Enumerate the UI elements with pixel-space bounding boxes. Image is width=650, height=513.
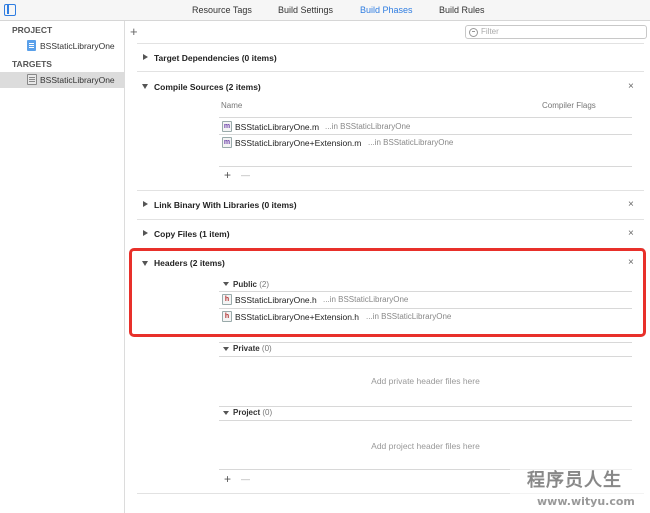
group-label: Private xyxy=(233,344,260,353)
tab-build-phases[interactable]: Build Phases xyxy=(360,5,413,15)
remove-header-button[interactable]: — xyxy=(241,473,250,485)
disclosure-expanded-icon[interactable] xyxy=(223,347,229,351)
disclosure-expanded-icon[interactable] xyxy=(223,411,229,415)
phase-target-dependencies[interactable]: Target Dependencies (0 items) xyxy=(154,53,277,63)
objc-source-file-icon: m xyxy=(222,137,232,148)
disclosure-collapsed-icon[interactable] xyxy=(143,230,148,236)
sidebar-item-label: BSStaticLibraryOne xyxy=(40,41,115,51)
filter-icon xyxy=(469,28,478,37)
navigator-toggle-icon[interactable] xyxy=(4,4,16,16)
tab-resource-tags[interactable]: Resource Tags xyxy=(192,5,252,15)
divider xyxy=(219,406,632,407)
divider xyxy=(219,134,632,135)
sidebar-item-target[interactable]: BSStaticLibraryOne xyxy=(0,72,125,88)
tab-build-settings[interactable]: Build Settings xyxy=(278,5,333,15)
column-header-compiler-flags[interactable]: Compiler Flags xyxy=(542,101,596,110)
targets-section-header: TARGETS xyxy=(12,59,52,69)
add-header-button[interactable]: + xyxy=(224,473,231,485)
divider xyxy=(219,356,632,357)
divider xyxy=(137,219,644,220)
delete-phase-compile-sources-button[interactable]: × xyxy=(628,82,634,92)
tab-bar: Resource Tags Build Settings Build Phase… xyxy=(0,0,650,21)
list-item[interactable]: m BSStaticLibraryOne.m ...in BSStaticLib… xyxy=(222,121,622,133)
list-item[interactable]: m BSStaticLibraryOne+Extension.m ...in B… xyxy=(222,137,622,149)
filter-field[interactable]: Filter xyxy=(465,25,647,39)
phase-link-binary[interactable]: Link Binary With Libraries (0 items) xyxy=(154,200,297,210)
static-library-icon xyxy=(27,74,37,85)
watermark-url: www.wityu.com xyxy=(537,495,635,508)
project-section-header: PROJECT xyxy=(12,25,53,35)
disclosure-collapsed-icon[interactable] xyxy=(143,54,148,60)
filter-placeholder: Filter xyxy=(481,27,499,36)
watermark-text: 程序员人生 xyxy=(527,470,622,491)
delete-phase-link-binary-button[interactable]: × xyxy=(628,200,634,210)
private-headers-empty-text: Add private header files here xyxy=(371,376,480,386)
headers-private-group[interactable]: Private (0) xyxy=(233,344,272,353)
file-name: BSStaticLibraryOne+Extension.m xyxy=(235,138,362,148)
add-compile-source-button[interactable]: + xyxy=(224,169,231,181)
tab-build-rules[interactable]: Build Rules xyxy=(439,5,485,15)
group-count: (0) xyxy=(261,344,272,353)
column-header-name[interactable]: Name xyxy=(221,101,242,110)
group-label: Project xyxy=(233,408,261,417)
divider xyxy=(219,420,632,421)
group-count: (0) xyxy=(262,408,273,417)
disclosure-expanded-icon[interactable] xyxy=(142,84,148,89)
headers-project-group[interactable]: Project (0) xyxy=(233,408,272,417)
phase-compile-sources[interactable]: Compile Sources (2 items) xyxy=(154,82,261,92)
file-location: ...in BSStaticLibraryOne xyxy=(368,138,454,147)
divider xyxy=(137,190,644,191)
divider xyxy=(219,117,632,118)
disclosure-collapsed-icon[interactable] xyxy=(143,201,148,207)
sidebar-item-project[interactable]: BSStaticLibraryOne xyxy=(0,38,125,54)
delete-phase-copy-files-button[interactable]: × xyxy=(628,229,634,239)
phase-copy-files[interactable]: Copy Files (1 item) xyxy=(154,229,230,239)
remove-compile-source-button[interactable]: — xyxy=(241,169,250,181)
divider xyxy=(137,43,644,44)
divider xyxy=(219,166,632,167)
project-file-icon xyxy=(27,40,36,51)
divider xyxy=(137,71,644,72)
add-build-phase-button[interactable]: + xyxy=(130,25,138,38)
annotation-highlight-box xyxy=(129,248,646,337)
project-navigator: PROJECT BSStaticLibraryOne TARGETS BSSta… xyxy=(0,21,125,513)
sidebar-item-label: BSStaticLibraryOne xyxy=(40,75,115,85)
project-headers-empty-text: Add project header files here xyxy=(371,441,480,451)
file-location: ...in BSStaticLibraryOne xyxy=(325,122,411,131)
divider xyxy=(219,342,632,343)
file-name: BSStaticLibraryOne.m xyxy=(235,122,320,132)
objc-source-file-icon: m xyxy=(222,121,232,132)
